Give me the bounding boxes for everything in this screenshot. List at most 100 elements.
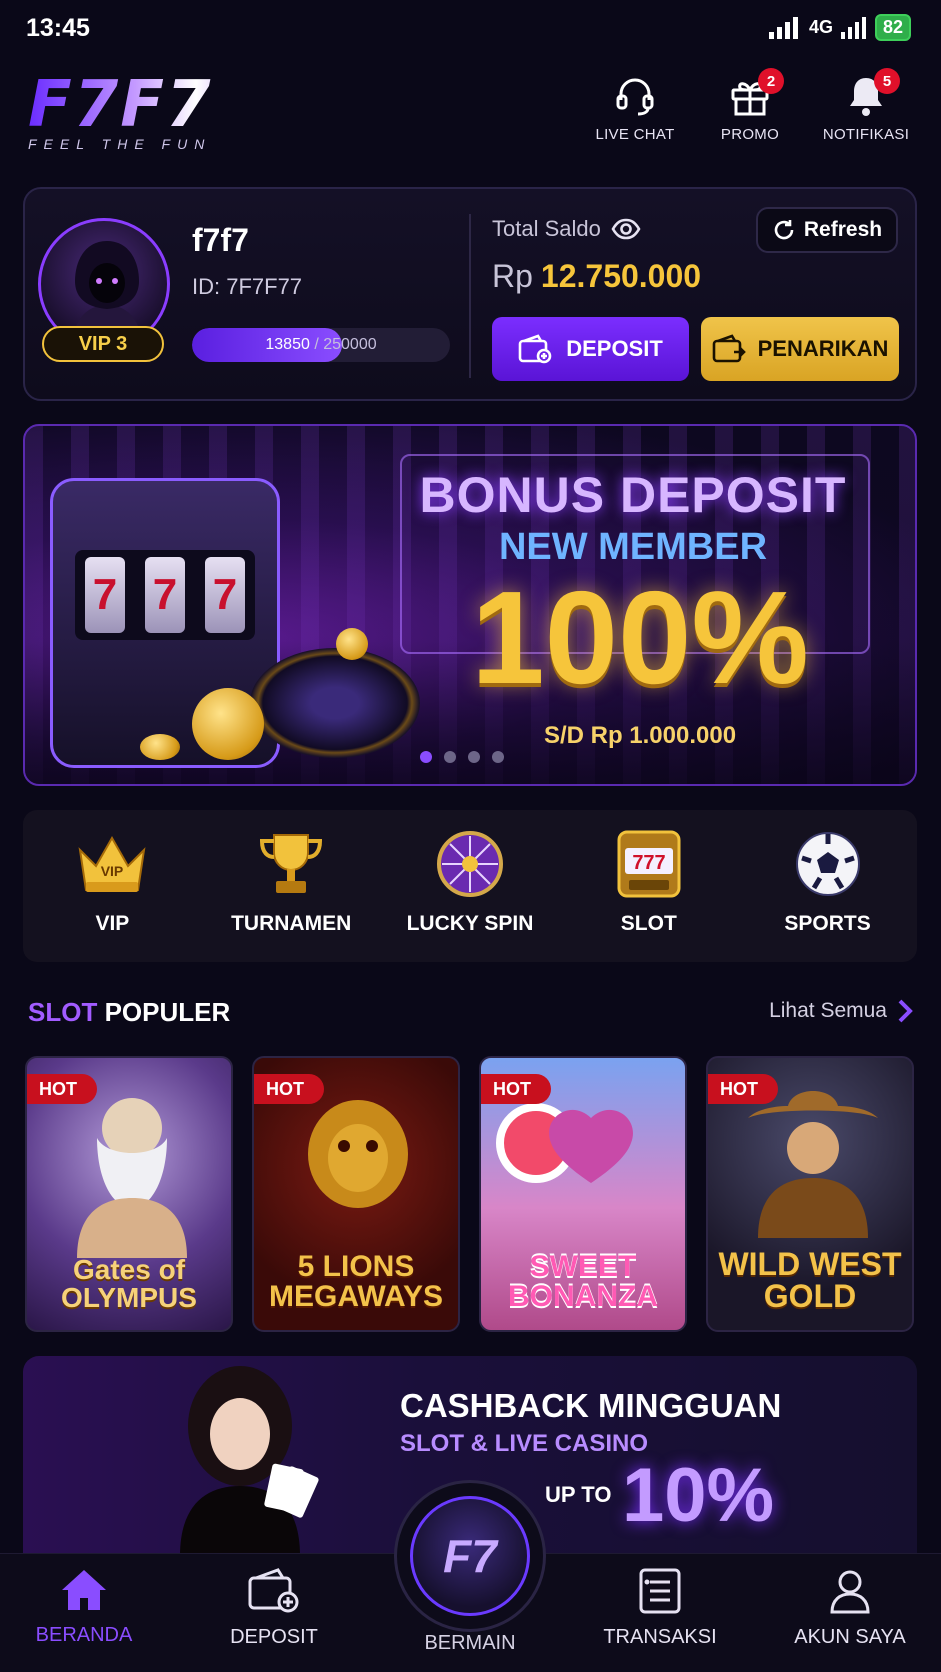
- status-time: 13:45: [26, 14, 90, 42]
- username: f7f7: [192, 222, 249, 258]
- hot-badge: HOT: [27, 1074, 97, 1104]
- game-card[interactable]: HOT 5 LIONS MEGAWAYS: [252, 1056, 460, 1332]
- logo-tagline: FEEL THE FUN: [28, 136, 212, 152]
- banner-dot[interactable]: [492, 751, 504, 763]
- balance-value: Rp 12.750.000: [492, 258, 701, 295]
- section-title-rest: POPULER: [104, 997, 231, 1027]
- notification-badge: 5: [874, 68, 900, 94]
- card-divider: [469, 214, 471, 378]
- deposit-label: DEPOSIT: [566, 336, 663, 361]
- nav-transactions-label: TRANSAKSI: [603, 1626, 717, 1648]
- game-art: [77, 1098, 187, 1258]
- nav-account-label: AKUN SAYA: [794, 1626, 906, 1648]
- eye-icon[interactable]: [611, 218, 641, 240]
- nav-deposit[interactable]: DEPOSIT: [194, 1568, 354, 1649]
- signal-icon: [768, 16, 798, 39]
- promo-button[interactable]: 2 PROMO: [690, 68, 810, 143]
- category-lucky-spin[interactable]: LUCKY SPIN: [381, 810, 560, 962]
- banner-percent: 100%: [471, 564, 809, 711]
- banner-max: S/D Rp 1.000.000: [543, 722, 737, 749]
- balance-label: Total Saldo: [492, 216, 641, 242]
- xp-current: 13850: [265, 336, 310, 353]
- chevron-right-icon: [898, 999, 913, 1023]
- crown-icon: VIP: [74, 828, 150, 900]
- game-title: WILD WEST GOLD: [718, 1246, 902, 1314]
- promo-label: PROMO: [720, 126, 780, 143]
- nav-account[interactable]: AKUN SAYA: [770, 1568, 930, 1649]
- game-card[interactable]: HOT WILD WEST GOLD: [706, 1056, 914, 1332]
- category-sports[interactable]: SPORTS: [738, 810, 917, 962]
- game-title: SWEET BONANZA: [508, 1250, 658, 1313]
- balance-label-text: Total Saldo: [492, 216, 601, 241]
- play-button[interactable]: F7: [410, 1496, 530, 1616]
- headset-icon: [611, 72, 659, 120]
- signal-icon-2: [840, 16, 866, 39]
- hot-badge: HOT: [254, 1074, 324, 1104]
- brand-logo[interactable]: F7F7 FEEL THE FUN: [28, 70, 268, 152]
- logo-text: F7F7: [28, 70, 268, 140]
- trophy-icon: [253, 828, 329, 900]
- cashback-title: CASHBACK MINGGUAN: [400, 1387, 782, 1424]
- promo-badge: 2: [758, 68, 784, 94]
- xp-max: / 250000: [314, 336, 377, 353]
- game-art: [496, 1103, 633, 1183]
- category-label: SPORTS: [784, 912, 871, 935]
- deposit-button[interactable]: DEPOSIT: [492, 317, 689, 381]
- live-chat-label: LIVE CHAT: [595, 126, 675, 143]
- category-slot[interactable]: 777 SLOT: [559, 810, 738, 962]
- banner-subtitle: NEW MEMBER: [498, 526, 768, 568]
- home-icon: [62, 1570, 106, 1610]
- svg-text:777: 777: [632, 852, 665, 874]
- section-title: SLOT POPULER: [28, 997, 230, 1028]
- nav-play-label[interactable]: BERMAIN: [394, 1632, 546, 1655]
- game-card[interactable]: HOT Gates of OLYMPUS: [25, 1056, 233, 1332]
- user-icon: [830, 1570, 870, 1614]
- banner-title: BONUS DEPOSIT: [419, 467, 847, 523]
- category-turnamen[interactable]: TURNAMEN: [202, 810, 381, 962]
- hot-badge: HOT: [708, 1074, 778, 1104]
- notification-button[interactable]: 5 NOTIFIKASI: [806, 68, 926, 143]
- roulette-art: [250, 648, 420, 758]
- game-title: 5 LIONS MEGAWAYS: [269, 1250, 443, 1313]
- category-label: VIP: [95, 912, 130, 935]
- banner-dot[interactable]: [420, 751, 432, 763]
- category-label: LUCKY SPIN: [406, 912, 534, 935]
- status-indicators: 4G 82: [768, 14, 911, 41]
- category-label: SLOT: [620, 912, 677, 935]
- game-title: Gates of OLYMPUS: [61, 1254, 197, 1313]
- refresh-button[interactable]: Refresh: [756, 207, 898, 253]
- withdraw-label: PENARIKAN: [757, 336, 889, 361]
- banner-dot[interactable]: [468, 751, 480, 763]
- bell-icon: 5: [842, 68, 900, 120]
- category-vip[interactable]: VIP VIP: [23, 810, 202, 962]
- live-chat-button[interactable]: LIVE CHAT: [575, 72, 695, 143]
- user-id: ID: 7F7F77: [192, 274, 303, 299]
- slot-machine-icon: 777: [611, 828, 687, 900]
- section-title-highlight: SLOT: [28, 997, 98, 1027]
- coin-art-small-2: [140, 734, 180, 760]
- svg-text:VIP: VIP: [101, 863, 124, 879]
- game-card[interactable]: HOT SWEET BONANZA: [479, 1056, 687, 1332]
- cashback-percent: 10%: [622, 1453, 775, 1538]
- cashback-subtitle: SLOT & LIVE CASINO: [400, 1430, 649, 1457]
- vip-progress-text: 13850 / 250000: [192, 328, 450, 362]
- category-label: TURNAMEN: [231, 912, 352, 935]
- battery-icon: 82: [874, 14, 911, 41]
- promo-model-art: [180, 1366, 319, 1556]
- currency: Rp: [492, 258, 533, 294]
- coin-art-small: [336, 628, 368, 660]
- gift-icon: 2: [726, 68, 784, 120]
- nav-deposit-label: DEPOSIT: [230, 1626, 318, 1648]
- nav-transactions[interactable]: TRANSAKSI: [580, 1568, 740, 1649]
- banner-dot[interactable]: [444, 751, 456, 763]
- wallet-plus-icon: [518, 334, 552, 364]
- category-bar: VIP VIP TURNAMEN LUCKY SPIN 777 SLOT SPO…: [23, 810, 917, 962]
- nav-home[interactable]: BERANDA: [4, 1568, 164, 1647]
- withdraw-button[interactable]: PENARIKAN: [701, 317, 899, 381]
- network-label: 4G: [808, 17, 833, 37]
- wallet-out-icon: [712, 334, 746, 363]
- soccer-ball-icon: [790, 828, 866, 900]
- vip-level-badge[interactable]: VIP 3: [42, 326, 164, 362]
- notification-label: NOTIFIKASI: [822, 126, 910, 143]
- see-all-link[interactable]: Lihat Semua: [769, 998, 913, 1024]
